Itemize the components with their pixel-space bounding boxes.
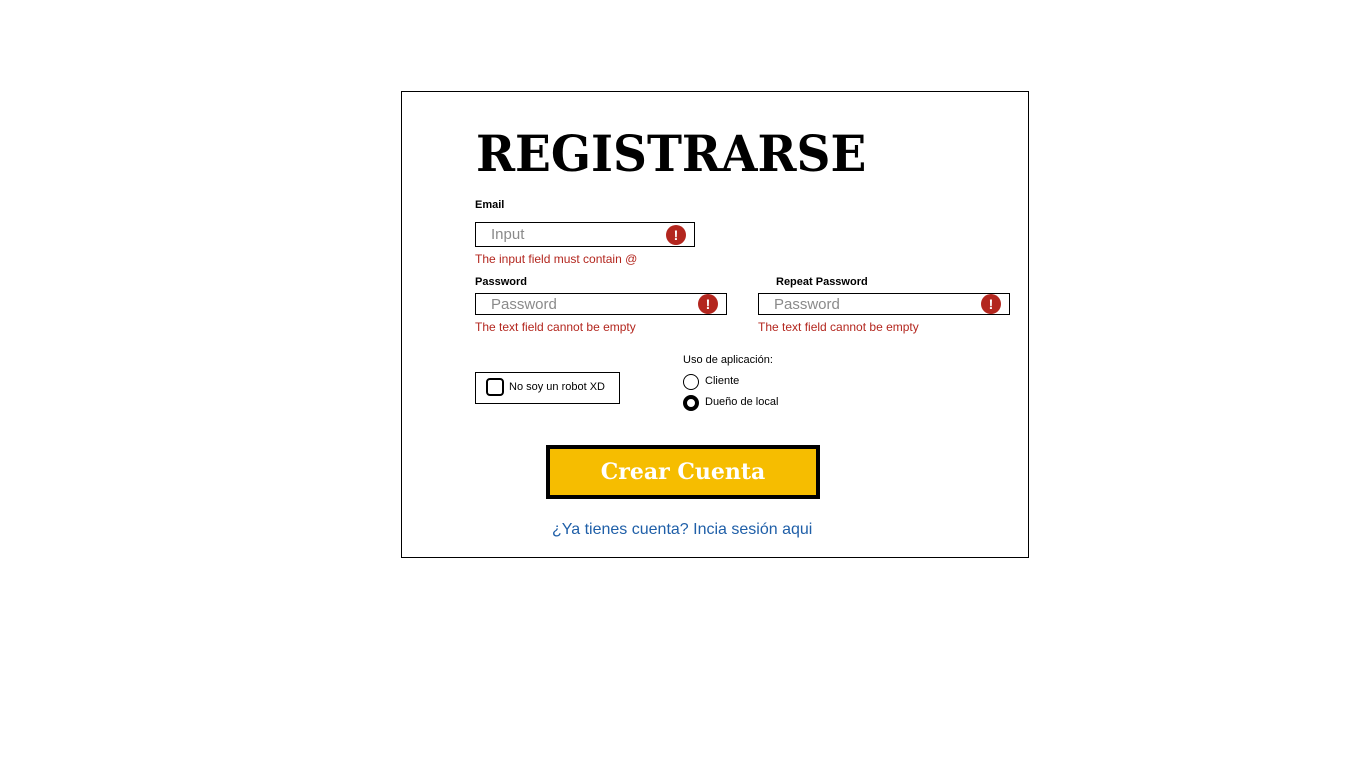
email-label: Email bbox=[475, 199, 505, 211]
exclamation-icon: ! bbox=[698, 294, 718, 314]
radio-dueno-de-local[interactable] bbox=[683, 395, 699, 411]
email-error: The input field must contain @ bbox=[475, 252, 638, 266]
captcha-box: No soy un robot XD bbox=[475, 372, 620, 404]
captcha-checkbox[interactable] bbox=[486, 378, 504, 396]
password-error: The text field cannot be empty bbox=[475, 320, 636, 334]
email-field-wrapper: ! bbox=[475, 222, 695, 247]
repeat-password-error: The text field cannot be empty bbox=[758, 320, 919, 334]
password-field[interactable] bbox=[491, 294, 691, 314]
password-field-wrapper: ! bbox=[475, 293, 727, 315]
radio-cliente[interactable] bbox=[683, 374, 699, 390]
captcha-label: No soy un robot XD bbox=[509, 381, 605, 393]
radio-dueno-de-local-label: Dueño de local bbox=[705, 396, 779, 408]
repeat-password-label: Repeat Password bbox=[776, 276, 868, 288]
repeat-password-field[interactable] bbox=[774, 294, 974, 314]
login-link[interactable]: ¿Ya tienes cuenta? Incia sesión aqui bbox=[552, 521, 812, 539]
exclamation-icon: ! bbox=[666, 224, 686, 245]
repeat-password-field-wrapper: ! bbox=[758, 293, 1010, 315]
exclamation-icon: ! bbox=[981, 294, 1001, 314]
usage-label: Uso de aplicación: bbox=[683, 354, 773, 366]
email-field[interactable] bbox=[491, 223, 659, 246]
radio-cliente-label: Cliente bbox=[705, 375, 740, 387]
create-account-button[interactable]: Crear Cuenta bbox=[546, 445, 820, 499]
page-title: REGISTRARSE bbox=[476, 124, 867, 183]
password-label: Password bbox=[475, 276, 527, 288]
